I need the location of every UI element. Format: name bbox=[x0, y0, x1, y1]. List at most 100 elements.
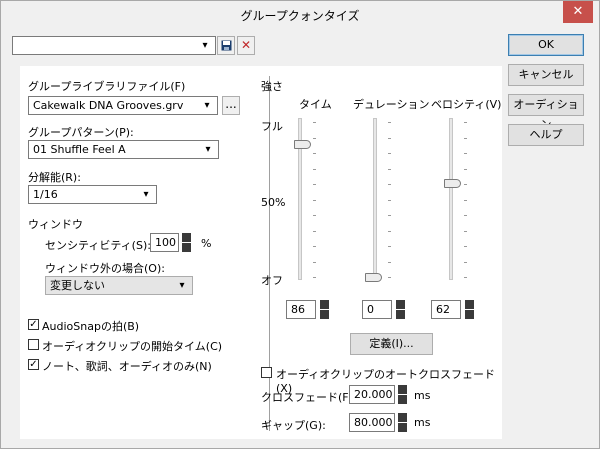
spin-up-icon bbox=[396, 300, 405, 309]
spin-down-icon bbox=[398, 395, 407, 404]
gap-input[interactable]: 80.000 bbox=[349, 413, 395, 432]
library-combo[interactable]: Cakewalk DNA Grooves.grv ▾ bbox=[28, 96, 218, 115]
audiosnap-checkbox[interactable]: ✓ bbox=[28, 319, 39, 330]
slider-tick bbox=[388, 184, 391, 185]
spin-up-icon bbox=[398, 385, 407, 394]
delete-preset-button[interactable]: ✕ bbox=[237, 36, 255, 55]
duration-spinner[interactable] bbox=[396, 300, 405, 319]
slider-tick bbox=[313, 246, 316, 247]
notes-label: ノート、歌詞、オーディオのみ(N) bbox=[42, 360, 212, 373]
slider-tick bbox=[313, 184, 316, 185]
clip-start-checkbox[interactable] bbox=[28, 339, 39, 350]
off-label: オフ bbox=[261, 274, 283, 287]
sensitivity-spinner[interactable] bbox=[182, 233, 191, 252]
chevron-down-icon: ▾ bbox=[179, 280, 185, 291]
preset-combo[interactable]: ▾ bbox=[12, 36, 216, 55]
half-label: 50% bbox=[261, 196, 286, 209]
audiosnap-label: AudioSnapの拍(B) bbox=[42, 320, 140, 333]
slider-tick bbox=[313, 215, 316, 216]
slider-tick bbox=[388, 246, 391, 247]
spin-up-icon bbox=[465, 300, 474, 309]
timing-spinner[interactable] bbox=[320, 300, 329, 319]
duration-slider-thumb[interactable] bbox=[365, 273, 382, 282]
close-button[interactable]: ✕ bbox=[563, 1, 593, 23]
slider-tick bbox=[388, 230, 391, 232]
save-preset-button[interactable] bbox=[217, 36, 235, 55]
gap-unit: ms bbox=[414, 416, 431, 429]
slider-tick bbox=[313, 261, 316, 263]
full-label: フル bbox=[261, 120, 283, 133]
slider-tick bbox=[313, 122, 316, 123]
slider-tick bbox=[313, 168, 316, 170]
velocity-spinner[interactable] bbox=[465, 300, 474, 319]
crossfade-spinner[interactable] bbox=[398, 385, 407, 404]
auto-crossfade-checkbox[interactable] bbox=[261, 367, 272, 378]
timing-label: タイム bbox=[299, 98, 332, 111]
slider-tick bbox=[313, 137, 316, 139]
slider-tick bbox=[464, 246, 467, 247]
crossfade-unit: ms bbox=[414, 389, 431, 402]
timing-slider-thumb[interactable] bbox=[294, 140, 311, 149]
checkmark-icon: ✓ bbox=[29, 319, 38, 330]
title-bar: グループクォンタイズ ✕ bbox=[1, 1, 599, 30]
duration-label: デュレーション bbox=[353, 98, 430, 111]
slider-tick bbox=[388, 153, 391, 154]
velocity-label: ベロシティ(V) bbox=[431, 98, 502, 111]
pattern-value: 01 Shuffle Feel A bbox=[33, 143, 126, 156]
cancel-button[interactable]: キャンセル bbox=[508, 64, 584, 86]
velocity-slider-thumb[interactable] bbox=[444, 179, 461, 188]
groove-quantize-dialog: グループクォンタイズ ✕ ▾ ✕ OK キャンセル オーディション ヘルプ グル… bbox=[0, 0, 600, 449]
slider-tick bbox=[464, 137, 467, 139]
slider-tick bbox=[388, 199, 391, 201]
slider-tick bbox=[388, 261, 391, 263]
crossfade-input[interactable]: 20.000 bbox=[349, 385, 395, 404]
outside-window-label: ウィンドウ外の場合(O): bbox=[45, 262, 165, 275]
slider-tick bbox=[464, 184, 467, 185]
notes-checkbox[interactable]: ✓ bbox=[28, 359, 39, 370]
slider-tick bbox=[313, 199, 316, 201]
timing-input[interactable]: 86 bbox=[286, 300, 316, 319]
slider-tick bbox=[464, 168, 467, 170]
ok-button[interactable]: OK bbox=[508, 34, 584, 56]
slider-tick bbox=[388, 277, 391, 278]
resolution-combo[interactable]: 1/16 ▾ bbox=[28, 185, 157, 204]
window-group-label: ウィンドウ bbox=[28, 218, 83, 231]
pattern-combo[interactable]: 01 Shuffle Feel A ▾ bbox=[28, 140, 219, 159]
spin-down-icon bbox=[396, 310, 405, 319]
sensitivity-input[interactable]: 100 bbox=[150, 233, 179, 252]
audition-button[interactable]: オーディション bbox=[508, 94, 584, 131]
sensitivity-label: センシティビティ(S): bbox=[45, 239, 151, 252]
slider-tick bbox=[464, 230, 467, 232]
slider-tick bbox=[388, 215, 391, 216]
crossfade-label: クロスフェード(F): bbox=[261, 391, 357, 404]
clip-start-label: オーディオクリップの開始タイム(C) bbox=[42, 340, 223, 353]
spin-up-icon bbox=[320, 300, 329, 309]
slider-tick bbox=[464, 153, 467, 154]
sensitivity-unit: % bbox=[201, 237, 212, 250]
close-icon: ✕ bbox=[572, 4, 584, 19]
help-button[interactable]: ヘルプ bbox=[508, 124, 584, 146]
slider-tick bbox=[464, 215, 467, 216]
define-button[interactable]: 定義(I)... bbox=[350, 333, 433, 355]
spin-down-icon bbox=[465, 310, 474, 319]
slider-tick bbox=[388, 168, 391, 170]
velocity-input[interactable]: 62 bbox=[431, 300, 461, 319]
slider-tick bbox=[313, 153, 316, 154]
chevron-down-icon: ▾ bbox=[202, 40, 208, 51]
gap-spinner[interactable] bbox=[398, 413, 407, 432]
resolution-value: 1/16 bbox=[33, 188, 58, 201]
settings-panel: グループライブラリファイル(F) Cakewalk DNA Grooves.gr… bbox=[20, 66, 502, 439]
slider-tick bbox=[313, 277, 316, 278]
checkmark-icon: ✓ bbox=[29, 359, 38, 370]
slider-tick bbox=[464, 277, 467, 278]
browse-library-button[interactable]: ... bbox=[222, 96, 240, 115]
chevron-down-icon: ▾ bbox=[205, 144, 211, 155]
gap-label: ギャップ(G): bbox=[261, 419, 326, 432]
slider-tick bbox=[313, 230, 316, 232]
save-icon bbox=[221, 40, 231, 51]
duration-input[interactable]: 0 bbox=[362, 300, 392, 319]
library-label: グループライブラリファイル(F) bbox=[28, 80, 186, 93]
window-title: グループクォンタイズ bbox=[240, 9, 360, 23]
outside-window-combo[interactable]: 変更しない ▾ bbox=[45, 276, 193, 295]
spin-down-icon bbox=[320, 310, 329, 319]
